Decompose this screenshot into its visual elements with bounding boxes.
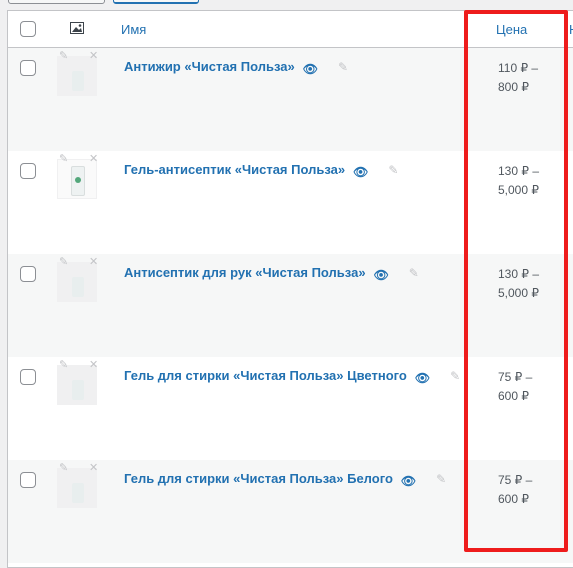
row-checkbox[interactable]: [20, 472, 36, 488]
product-thumbnail[interactable]: [57, 56, 97, 96]
close-icon[interactable]: ✕: [89, 461, 98, 474]
row-checkbox[interactable]: [20, 60, 36, 76]
eye-icon[interactable]: 👁: [415, 371, 430, 385]
table-row: ✎ ✕ Антисептик для рук «Чистая Польза» 👁 ✎…: [8, 254, 573, 357]
product-price: 75 ₽ – 600 ₽: [498, 471, 558, 509]
product-name-link[interactable]: Антисептик для рук «Чистая Польза» 👁 ✎: [124, 265, 419, 282]
close-icon[interactable]: ✕: [89, 358, 98, 371]
price-range-end: 600 ₽: [498, 492, 529, 506]
eye-icon[interactable]: 👁: [303, 62, 318, 76]
pencil-icon[interactable]: ✎: [338, 60, 348, 74]
price-range-start: 130 ₽ –: [498, 267, 539, 281]
close-icon[interactable]: ✕: [89, 255, 98, 268]
price-range-start: 130 ₽ –: [498, 164, 539, 178]
select-all-checkbox[interactable]: [20, 21, 36, 37]
price-range-end: 5,000 ₽: [498, 286, 539, 300]
table-header: Имя Цена Н: [8, 11, 573, 48]
price-range-start: 110 ₽ –: [498, 61, 539, 75]
table-row: ✎ ✕ Гель-антисептик «Чистая Польза» 👁 ✎ 13…: [8, 151, 573, 254]
pencil-icon[interactable]: ✎: [436, 472, 446, 486]
price-range-start: 75 ₽ –: [498, 370, 533, 384]
products-table: Имя Цена Н ✎ ✕ Антижир «Чистая Польза»👁✎…: [7, 10, 573, 568]
pencil-icon[interactable]: ✎: [450, 369, 460, 383]
pencil-icon[interactable]: ✎: [59, 461, 68, 474]
product-price: 110 ₽ – 800 ₽: [498, 59, 558, 97]
product-thumbnail[interactable]: [57, 365, 97, 405]
product-name[interactable]: Гель для стирки «Чистая Польза» Цветного: [124, 368, 407, 383]
pencil-icon[interactable]: ✎: [59, 255, 68, 268]
eye-icon[interactable]: 👁: [374, 268, 389, 282]
eye-icon[interactable]: 👁: [401, 474, 416, 488]
product-price: 75 ₽ – 600 ₽: [498, 368, 558, 406]
table-row: ✎ ✕ Гель для стирки «Чистая Польза» Бело…: [8, 460, 573, 563]
toolbar-button[interactable]: [8, 0, 105, 4]
product-thumbnail[interactable]: [57, 262, 97, 302]
product-name-link[interactable]: Гель-антисептик «Чистая Польза» 👁 ✎: [124, 162, 398, 179]
toolbar-primary-button[interactable]: [113, 0, 199, 4]
price-range-end: 5,000 ₽: [498, 183, 539, 197]
image-icon: [70, 22, 84, 34]
pencil-icon[interactable]: ✎: [388, 163, 398, 177]
column-next-header[interactable]: Н: [569, 22, 573, 37]
product-price: 130 ₽ – 5,000 ₽: [498, 162, 558, 200]
pencil-icon[interactable]: ✎: [59, 152, 68, 165]
row-checkbox[interactable]: [20, 369, 36, 385]
product-thumbnail[interactable]: [57, 468, 97, 508]
price-range-end: 600 ₽: [498, 389, 529, 403]
row-checkbox[interactable]: [20, 163, 36, 179]
price-range-end: 800 ₽: [498, 80, 529, 94]
eye-icon[interactable]: 👁: [353, 165, 368, 179]
column-price-header[interactable]: Цена: [496, 22, 527, 37]
product-name-link[interactable]: Гель для стирки «Чистая Польза» Цветного…: [124, 368, 460, 385]
pencil-icon[interactable]: ✎: [59, 358, 68, 371]
product-price: 130 ₽ – 5,000 ₽: [498, 265, 558, 303]
row-checkbox[interactable]: [20, 266, 36, 282]
product-name[interactable]: Антижир «Чистая Польза»: [124, 59, 295, 74]
product-name-link[interactable]: Гель для стирки «Чистая Польза» Белого 👁 ✎: [124, 471, 446, 488]
product-thumbnail[interactable]: [57, 159, 97, 199]
close-icon[interactable]: ✕: [89, 152, 98, 165]
close-icon[interactable]: ✕: [89, 49, 98, 62]
table-row: ✎ ✕ Гель для стирки «Чистая Польза» Цвет…: [8, 357, 573, 460]
price-range-start: 75 ₽ –: [498, 473, 533, 487]
product-name[interactable]: Гель для стирки «Чистая Польза» Белого: [124, 471, 393, 486]
product-name[interactable]: Антисептик для рук «Чистая Польза»: [124, 265, 366, 280]
column-name-header[interactable]: Имя: [121, 22, 146, 37]
product-name-link[interactable]: Антижир «Чистая Польза» 👁 ✎: [124, 59, 348, 76]
product-name[interactable]: Гель-антисептик «Чистая Польза»: [124, 162, 345, 177]
table-row: ✎ ✕ Антижир «Чистая Польза» 👁 ✎ 110 ₽ – 80…: [8, 48, 573, 151]
pencil-icon[interactable]: ✎: [409, 266, 419, 280]
pencil-icon[interactable]: ✎: [59, 49, 68, 62]
top-toolbar-strip: [0, 0, 573, 10]
